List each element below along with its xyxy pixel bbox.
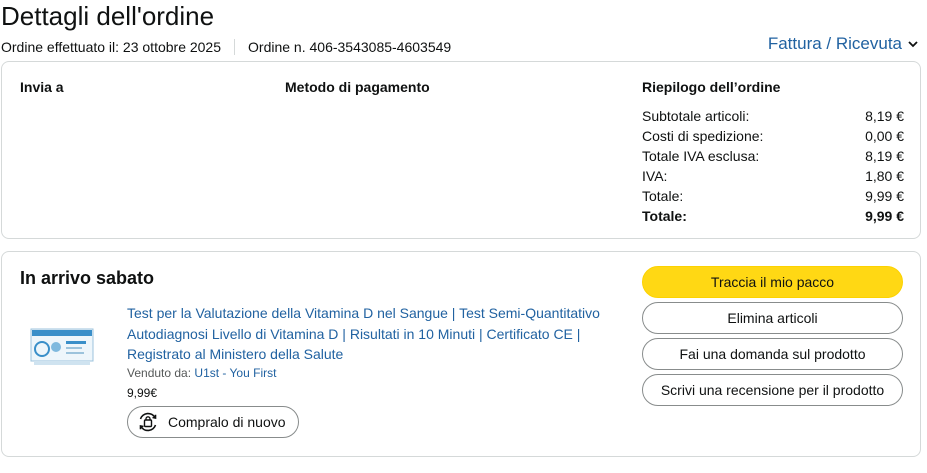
- invoice-dropdown[interactable]: Fattura / Ricevuta: [768, 34, 919, 54]
- summary-line-grand-total: Totale: 9,99 €: [642, 208, 904, 224]
- meta-divider: [234, 39, 236, 55]
- page-title: Dettagli dell'ordine: [1, 1, 215, 31]
- payment-method-heading: Metodo di pagamento: [285, 79, 430, 95]
- remove-items-button[interactable]: Elimina articoli: [642, 302, 903, 334]
- product-image[interactable]: [30, 325, 96, 367]
- order-summary-heading: Riepilogo dell’ordine: [642, 79, 781, 95]
- summary-line-net-total: Totale IVA esclusa: 8,19 €: [642, 148, 904, 164]
- chevron-down-icon: [908, 41, 918, 48]
- shipment-box: In arrivo sabato Test per la Valutazione…: [1, 251, 921, 457]
- buy-again-icon: [139, 412, 157, 432]
- ship-to-heading: Invia a: [20, 79, 64, 95]
- product-price: 9,99€: [127, 386, 158, 400]
- buy-again-button[interactable]: Compralo di nuovo: [127, 406, 299, 438]
- order-number: Ordine n. 406-3543085-4603549: [248, 39, 452, 55]
- seller-link[interactable]: U1st - You First: [194, 366, 276, 380]
- summary-line-vat: IVA: 1,80 €: [642, 168, 904, 184]
- track-package-button[interactable]: Traccia il mio pacco: [642, 266, 903, 298]
- ask-question-button[interactable]: Fai una domanda sul prodotto: [642, 338, 903, 370]
- sold-by-label: Venduto da:: [127, 366, 192, 380]
- order-date: Ordine effettuato il: 23 ottobre 2025: [1, 39, 222, 55]
- buy-again-label: Compralo di nuovo: [168, 414, 286, 430]
- order-meta: Ordine effettuato il: 23 ottobre 2025 Or…: [1, 38, 451, 56]
- summary-line-shipping: Costi di spedizione: 0,00 €: [642, 128, 904, 144]
- summary-line-subtotal: Subtotale articoli: 8,19 €: [642, 108, 904, 124]
- product-title-link[interactable]: Test per la Valutazione della Vitamina D…: [127, 303, 627, 365]
- order-info-box: Invia a Metodo di pagamento Riepilogo de…: [1, 61, 921, 239]
- summary-line-total: Totale: 9,99 €: [642, 188, 904, 204]
- seller-info: Venduto da: U1st - You First: [127, 366, 276, 380]
- write-review-button[interactable]: Scrivi una recensione per il prodotto: [642, 374, 903, 406]
- arrival-status: In arrivo sabato: [20, 268, 155, 288]
- order-summary-lines: Subtotale articoli: 8,19 € Costi di spedi…: [642, 106, 904, 226]
- invoice-link-label: Fattura / Ricevuta: [767, 34, 902, 53]
